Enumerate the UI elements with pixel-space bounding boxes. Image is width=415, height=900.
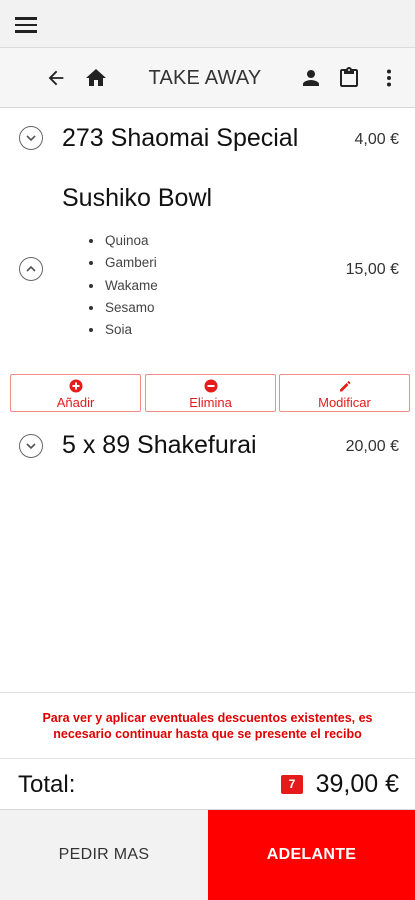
order-more-button[interactable]: PEDIR MAS — [0, 810, 208, 900]
pencil-icon — [339, 381, 350, 392]
item-price: 20,00 € — [345, 438, 399, 455]
item-price: 4,00 € — [354, 131, 399, 148]
top-bar — [0, 0, 415, 48]
ingredient-item: Soia — [88, 319, 158, 341]
total-bar: Total: 7 39,00 € — [0, 759, 415, 810]
ingredient-list: Quinoa Gamberi Wakame Sesamo Soia — [88, 230, 158, 341]
continue-label: ADELANTE — [266, 846, 357, 863]
arrow-left-icon[interactable] — [42, 64, 70, 92]
ingredient-item: Wakame — [88, 275, 158, 297]
item-name: Sushiko Bowl — [62, 184, 213, 212]
plus-circle-icon — [69, 379, 82, 393]
add-button[interactable]: Añadir — [10, 374, 141, 412]
person-icon[interactable] — [297, 64, 325, 92]
edit-button[interactable]: Modificar — [279, 374, 410, 412]
edit-button-label: Modificar — [318, 395, 371, 410]
total-value: 39,00 € — [315, 770, 399, 798]
order-list: 273 Shaomai Special 4,00 € Sushiko Bowl … — [0, 108, 415, 692]
item-count-badge: 7 — [281, 775, 303, 794]
clipboard-icon[interactable] — [335, 64, 363, 92]
more-vertical-icon[interactable] — [375, 64, 403, 92]
item-price: 15,00 € — [345, 261, 399, 278]
ingredient-item: Sesamo — [88, 297, 158, 319]
page-title: TAKE AWAY — [148, 67, 262, 89]
expand-chevron-icon[interactable] — [19, 434, 43, 458]
collapse-chevron-icon[interactable] — [19, 257, 43, 281]
discount-notice-text: Para ver y aplicar eventuales descuentos… — [42, 711, 373, 741]
hamburger-menu-icon[interactable] — [14, 14, 38, 34]
item-name: 5 x 89 Shakefurai — [62, 431, 257, 459]
ingredient-item: Gamberi — [88, 252, 158, 274]
remove-button-label: Elimina — [189, 395, 232, 410]
minus-circle-icon — [204, 379, 217, 393]
bottom-actions: PEDIR MAS ADELANTE — [0, 810, 415, 900]
ingredient-item: Quinoa — [88, 230, 158, 252]
continue-button[interactable]: ADELANTE — [208, 810, 415, 900]
nav-bar: TAKE AWAY — [0, 48, 415, 108]
expand-chevron-icon[interactable] — [19, 126, 43, 150]
discount-notice: Para ver y aplicar eventuales descuentos… — [0, 692, 415, 759]
order-more-label: PEDIR MAS — [58, 846, 150, 863]
add-button-label: Añadir — [56, 395, 95, 410]
total-label: Total: — [18, 771, 76, 798]
item-name: 273 Shaomai Special — [62, 124, 299, 152]
remove-button[interactable]: Elimina — [145, 374, 276, 412]
home-icon[interactable] — [82, 64, 110, 92]
